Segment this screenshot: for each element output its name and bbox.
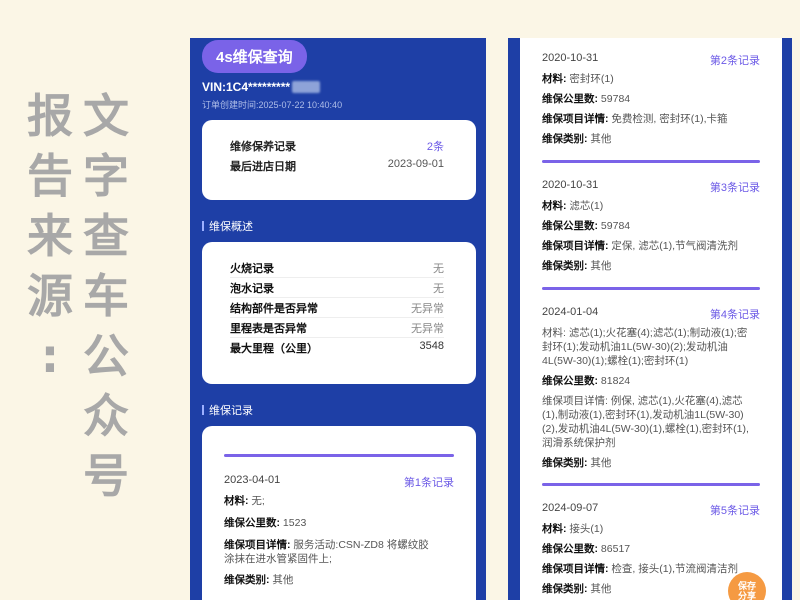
records-list: 2020-10-31 第2条记录 材料: 密封环(1) 维保公里数: 59784… [520,38,782,600]
record-material: 材料: 接头(1) [542,523,604,535]
record-mileage: 维保公里数: 59784 [542,220,631,232]
record-mileage: 维保公里数: 59784 [542,93,631,105]
record-card-1: 2023-04-01 第1条记录 材料: 无; 维保公里数: 1523 维保项目… [202,426,476,600]
record-material: 材料: 密封环(1) [542,73,614,85]
record-material: 材料: 滤芯(1);火花塞(4);滤芯(1);制动液(1);密 封环(1);发动… [542,327,748,367]
overview-row: 里程表是否异常 无异常 [230,320,444,336]
record-type: 维保类别: 其他 [542,260,612,272]
record-detail: 维保项目详情: 服务活动:CSN-ZD8 将螺纹胶 涂抹在进水管紧固件上; [224,539,429,565]
record-date: 2020-10-31 [542,52,599,64]
overview-label: 泡水记录 [230,283,274,295]
summary-value[interactable]: 2条 [427,138,444,154]
caption-char: 源 [27,269,73,323]
overview-row: 结构部件是否异常 无异常 [230,300,444,316]
overview-row: 火烧记录 无 [230,260,444,276]
caption-char: 查 [83,209,129,263]
record-detail: 维保项目详情: 检查, 接头(1),节流阀清洁剂 [542,563,739,575]
record-type: 维保类别: 其他 [542,133,612,145]
summary-row-last-visit: 最后进店日期 2023-09-01 [230,158,444,174]
overview-value: 3548 [419,340,444,352]
caption-char: 车 [83,269,129,323]
overview-card: 火烧记录 无 泡水记录 无 结构部件是否异常 无异常 里程表是否异常 无异常 最… [202,242,476,384]
overview-value: 无异常 [411,303,444,315]
overview-label: 火烧记录 [230,263,274,275]
overview-label: 结构部件是否异常 [230,303,318,315]
record-date: 2020-10-31 [542,179,599,191]
summary-label: 维修保养记录 [230,141,296,153]
record-type: 维保类别: 其他 [224,574,294,586]
caption-char: 报 [27,89,73,143]
summary-label: 最后进店日期 [230,161,296,173]
caption-char: 字 [83,149,129,203]
record-date: 2024-01-04 [542,306,599,318]
caption-col-left: 文 字 查 车 公 众 号 [80,86,132,506]
record-divider-bar [224,454,454,457]
record-detail: 维保项目详情: 定保, 滤芯(1),节气阀清洗剂 [542,240,739,252]
caption-char: 号 [83,449,129,503]
record-index: 第3条记录 [709,182,760,194]
record-material: 材料: 无; [224,495,265,507]
overview-row: 泡水记录 无 [230,280,444,296]
record-detail: 维保项目详情: 例保, 滤芯(1),火花塞(4),滤芯 (1),制动液(1),密… [542,395,749,449]
record-index: 第5条记录 [709,505,760,517]
caption-char: 告 [27,149,73,203]
record-detail: 维保项目详情: 免费检测, 密封环(1),卡箍 [542,113,728,125]
order-time: 订单创建时间:2025-07-22 10:40:40 [202,100,343,110]
service-badge[interactable]: 4s维保查询 [202,40,307,73]
vin-redaction [292,81,321,93]
record-type: 维保类别: 其他 [542,583,612,595]
overview-row: 最大里程（公里） 3548 [230,340,444,356]
record-mileage: 维保公里数: 1523 [224,517,307,529]
record-date: 2024-09-07 [542,502,599,514]
caption-char: 文 [83,89,129,143]
overview-value: 无异常 [411,323,444,335]
caption-char: 来 [27,209,73,263]
overview-value: 无 [433,263,444,275]
record-type: 维保类别: 其他 [542,457,612,469]
overview-label: 里程表是否异常 [230,323,307,335]
divider [230,297,444,298]
vertical-caption: 文 字 查 车 公 众 号 报 告 来 源 : [24,86,132,506]
vin-row: VIN:1C4********* [202,80,321,94]
record-date: 2023-04-01 [224,474,281,486]
report-panel-right: 2020-10-31 第2条记录 材料: 密封环(1) 维保公里数: 59784… [508,38,792,600]
caption-char: 众 [83,389,129,443]
vin-text: VIN:1C4********* [202,80,291,94]
caption-char: : [40,329,60,383]
summary-card: 维修保养记录 2条 最后进店日期 2023-09-01 [202,120,476,200]
record-index: 第2条记录 [709,55,760,67]
record-index: 第1条记录 [403,477,454,489]
record-index: 第4条记录 [709,309,760,321]
record-mileage: 维保公里数: 86517 [542,543,631,555]
report-panel-left: 4s维保查询 VIN:1C4********* 订单创建时间:2025-07-2… [190,38,486,600]
summary-row-records: 维修保养记录 2条 [230,138,444,154]
record-divider-bar [542,160,760,163]
summary-value: 2023-09-01 [387,158,444,170]
record-material: 材料: 滤芯(1) [542,200,604,212]
record-mileage: 维保公里数: 81824 [542,375,631,387]
overview-label: 最大里程（公里） [230,343,318,355]
section-title-records: 维保记录 [202,402,253,418]
divider [230,277,444,278]
section-title-overview: 维保概述 [202,218,253,234]
divider [230,317,444,318]
caption-char: 公 [83,329,129,383]
record-divider-bar [542,287,760,290]
record-divider-bar [542,483,760,486]
caption-col-right: 报 告 来 源 : [24,86,76,506]
overview-value: 无 [433,283,444,295]
divider [230,337,444,338]
